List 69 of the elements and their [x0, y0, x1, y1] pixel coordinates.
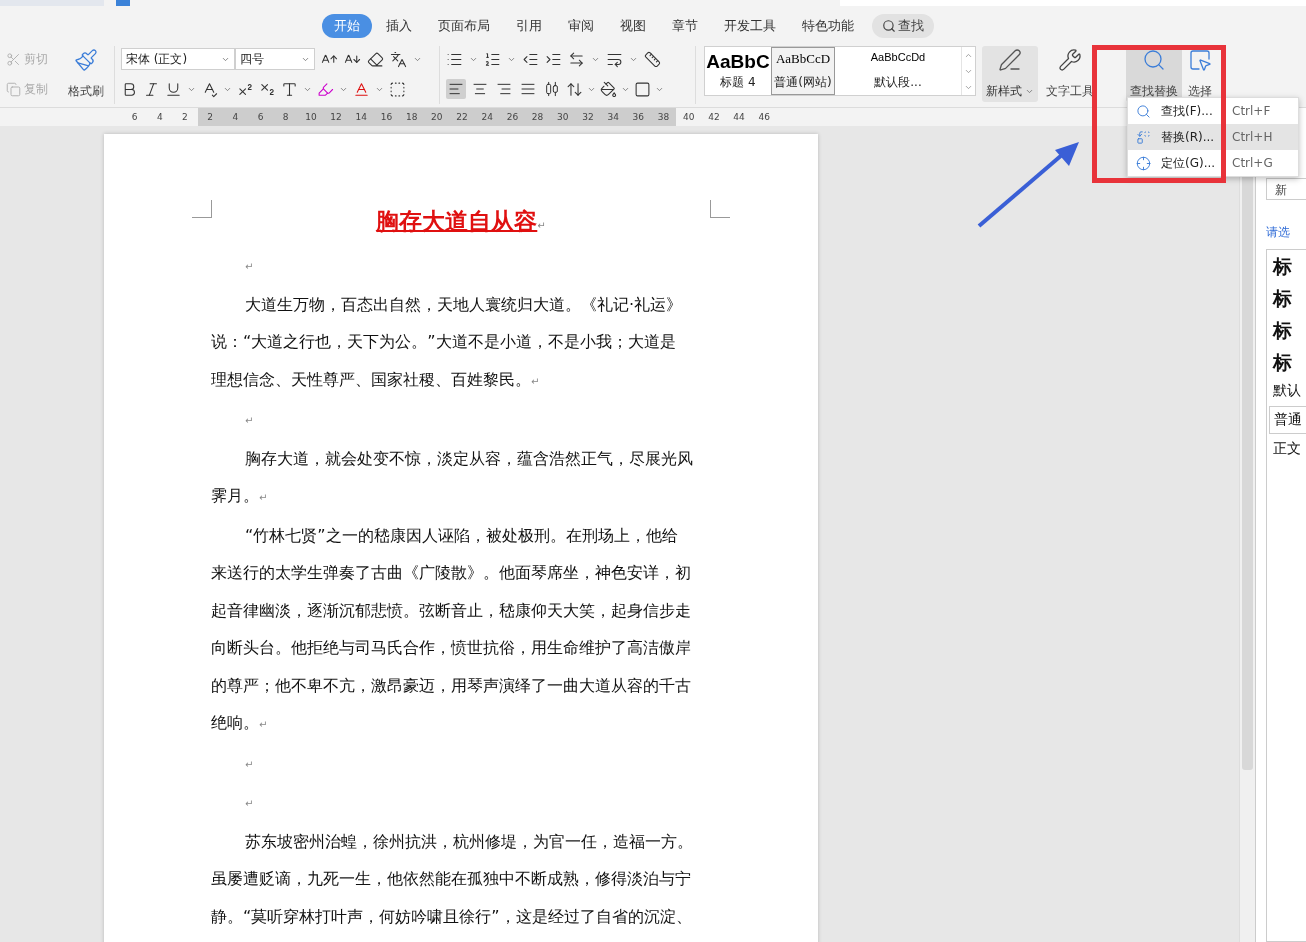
style-entry[interactable]: 正文 [1273, 440, 1306, 458]
text-tools-button[interactable]: 文字工具 [1042, 46, 1098, 102]
ruler-tick: 30 [556, 112, 570, 122]
ruler-tick: 2 [181, 112, 189, 122]
ribbon-tab[interactable]: 插入 [374, 14, 424, 38]
style-entry[interactable]: 标 [1273, 286, 1306, 312]
ruler-tick: 10 [304, 112, 318, 122]
new-button[interactable]: 新 [1266, 178, 1306, 200]
new-style-button[interactable]: 新样式 [982, 46, 1038, 102]
ruler-tick: 18 [404, 112, 419, 122]
ruler-tick: 40 [682, 112, 696, 122]
style-preview: AaBbC [706, 51, 770, 73]
ruler-tick: 4 [231, 112, 240, 122]
ruler-tick: 2 [206, 112, 214, 122]
ruler-tick: 26 [505, 112, 520, 122]
font-select[interactable]: 宋体 (正文) [121, 48, 235, 70]
ribbon-tab[interactable]: 视图 [608, 14, 658, 38]
select-link[interactable]: 请选 [1266, 224, 1306, 241]
style-entry[interactable]: 默认 [1273, 382, 1306, 400]
menu-item[interactable]: 替换(R)... Ctrl+H [1128, 124, 1298, 150]
paragraph: 胸存大道，就会处变不惊，淡定从容，蕴含浩然正气，尽展光风 霁月。↵ [211, 447, 694, 507]
paragraph-mark: ↵ [244, 414, 255, 428]
style-name: 普通(网站) [774, 74, 832, 91]
style-name: 默认段... [874, 74, 922, 91]
ruler-tick: 22 [455, 112, 469, 122]
search-tab[interactable]: 查找 [872, 14, 934, 38]
ribbon-tab[interactable]: 开发工具 [712, 14, 788, 38]
ruler-tick: 6 [256, 112, 265, 122]
ruler-tick: 32 [581, 112, 595, 122]
style-item[interactable]: AaBbCcD 普通(网站) [771, 47, 835, 95]
menu-item[interactable]: 查找(F)... Ctrl+F [1128, 98, 1298, 124]
paragraph: 大道生万物，百态出自然，天地人寰统归大道。《礼记·礼运》 说：“大道之行也，天下为公。”大道不是小道，不是小我；大道是 理想信念、天性尊严、国家社稷、百姓黎民。↵ [211, 293, 684, 391]
ruler-tick: 38 [656, 112, 671, 122]
ribbon-tab[interactable]: 引用 [504, 14, 554, 38]
paragraph-mark: ↵ [244, 757, 255, 772]
menu-item[interactable]: 定位(G)... Ctrl+G [1128, 150, 1298, 176]
ribbon-tab[interactable]: 章节 [660, 14, 710, 38]
ruler-tick: 44 [732, 112, 746, 122]
ribbon-tab[interactable]: 页面布局 [426, 14, 502, 38]
ruler-tick: 42 [707, 112, 721, 122]
paragraph-mark: ↵ [244, 797, 255, 811]
paragraph: 苏东坡密州治蝗，徐州抗洪，杭州修堤，为官一任，造福一方。 虽屡遭贬谪，九死一生，他依然能在孤独中不断成熟，修得淡泊与宁 静。“莫听穿林打叶声，何妨吟啸且徐行”，这是经过了自省的沉淀、 [211, 830, 694, 928]
ruler-tick: 34 [606, 112, 620, 122]
style-entry[interactable]: 标 [1273, 318, 1306, 344]
paragraph: “竹林七贤”之一的嵇康因人诬陷，被处极刑。在刑场上，他给 来送行的太学生弹奏了古曲《广陵散》。他面琴席坐，神色安详，初 起音律幽淡，逐渐沉郁悲愤。弦断音止，嵇康仰天大笑，起身信步走 向断头台。他拒绝与司马氏合作，愤世抗俗，用生命维护了高洁傲岸 的尊严；他不卑不亢，激昂豪迈，用琴声演绎了一曲大道从容的千古 绝响。↵ [211, 524, 692, 734]
style-entry[interactable]: 标 [1273, 254, 1306, 280]
style-entry[interactable]: 普通 [1269, 406, 1306, 434]
style-name: 标题 4 [720, 74, 756, 91]
ruler-tick: 24 [480, 112, 494, 122]
ruler-tick: 12 [329, 112, 343, 122]
document-title: 胸存大道自从容 [376, 208, 538, 234]
ruler-tick: 6 [130, 112, 139, 122]
ruler-tick: 46 [757, 112, 771, 122]
format-painter-button[interactable]: 格式刷 [64, 46, 108, 102]
ruler-tick: 14 [354, 112, 368, 122]
ruler-tick: 4 [155, 112, 164, 122]
ruler-tick: 28 [530, 112, 545, 122]
font-size-select[interactable]: 四号 [235, 48, 315, 70]
ruler-tick: 20 [430, 112, 444, 122]
style-preview: AaBbCcD [775, 51, 831, 67]
ribbon-tab[interactable]: 特色功能 [790, 14, 866, 38]
ruler-tick: 16 [379, 112, 394, 122]
paragraph-mark: ↵ [244, 260, 255, 274]
ribbon-tab[interactable]: 审阅 [556, 14, 606, 38]
style-preview: AaBbCcDd [870, 51, 926, 63]
ruler-tick: 36 [631, 112, 646, 122]
style-entry[interactable]: 标 [1273, 350, 1306, 376]
ruler-tick: 8 [281, 112, 290, 122]
paragraph-mark: ↵ [537, 220, 546, 231]
